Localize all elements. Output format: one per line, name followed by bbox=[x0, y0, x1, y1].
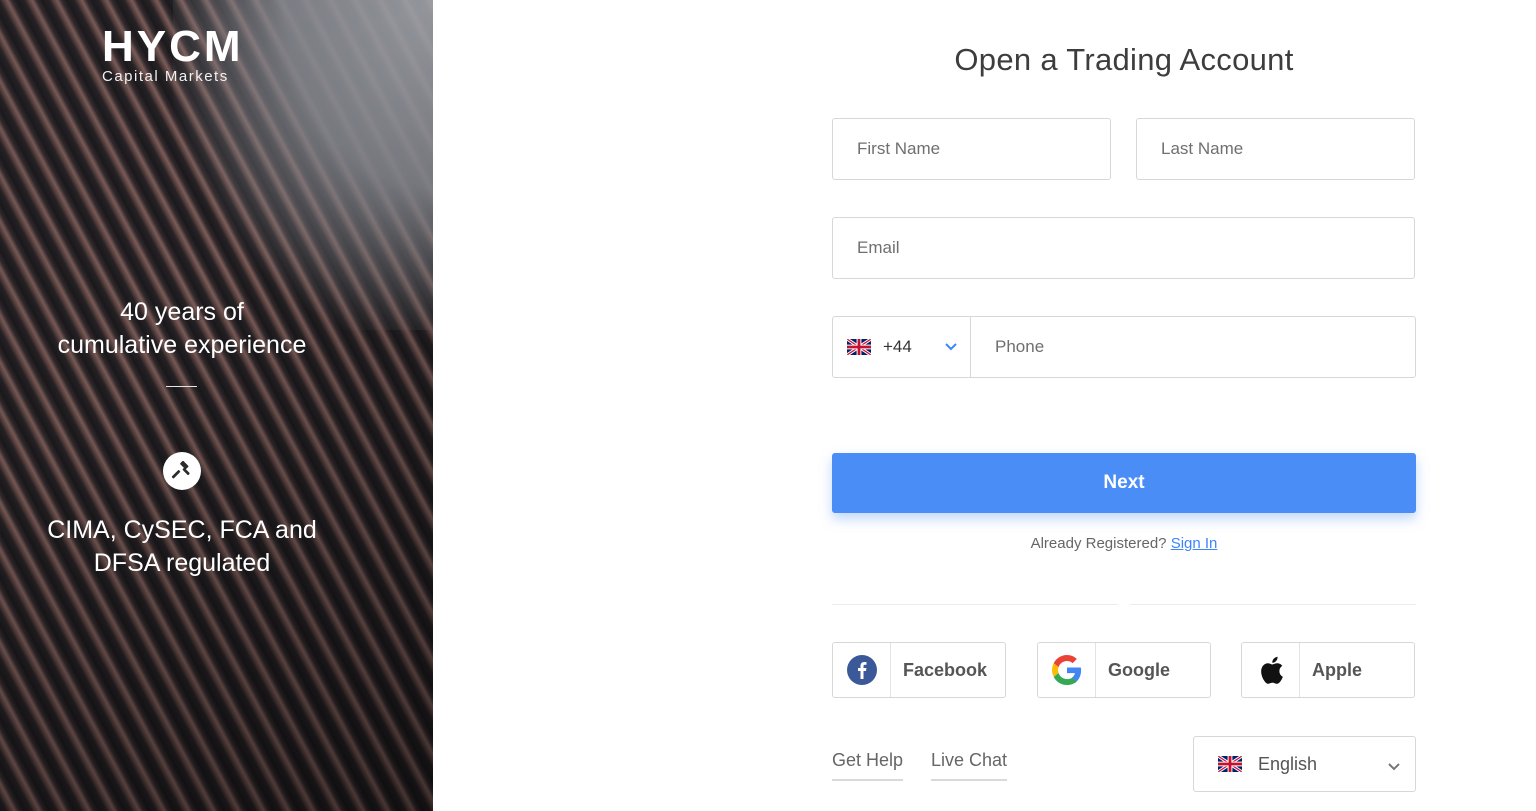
last-name-input[interactable] bbox=[1137, 119, 1414, 179]
experience-tagline: 40 years of cumulative experience bbox=[0, 296, 364, 362]
sign-in-link[interactable]: Sign In bbox=[1171, 535, 1218, 552]
facebook-label: Facebook bbox=[903, 659, 988, 680]
hero-shade bbox=[0, 0, 433, 811]
last-name-field[interactable] bbox=[1136, 118, 1415, 180]
apple-login-button[interactable]: Apple bbox=[1241, 642, 1415, 698]
language-label: English bbox=[1258, 753, 1318, 774]
google-icon bbox=[1038, 643, 1096, 697]
uk-flag-icon bbox=[1218, 756, 1242, 772]
get-help-link[interactable]: Get Help bbox=[832, 750, 904, 781]
regulated-line-2: DFSA regulated bbox=[93, 549, 271, 577]
first-name-field[interactable] bbox=[832, 118, 1111, 180]
brand-logo: HYCM Capital Markets bbox=[102, 22, 244, 86]
divider-left bbox=[832, 604, 1118, 605]
apple-label: Apple bbox=[1312, 659, 1363, 680]
facebook-login-button[interactable]: Facebook bbox=[832, 642, 1006, 698]
page-title: Open a Trading Account bbox=[954, 42, 1294, 77]
experience-line-1: 40 years of bbox=[120, 298, 244, 326]
phone-prefix-code: +44 bbox=[883, 337, 912, 356]
logo-subtitle: Capital Markets bbox=[102, 68, 229, 85]
facebook-icon bbox=[833, 643, 891, 697]
gavel-icon bbox=[163, 452, 201, 490]
phone-field[interactable] bbox=[970, 316, 1416, 378]
first-name-input[interactable] bbox=[833, 119, 1110, 179]
already-registered-text: Already Registered? bbox=[1030, 535, 1167, 552]
tagline-divider bbox=[166, 386, 197, 387]
email-input[interactable] bbox=[833, 218, 1414, 278]
google-login-button[interactable]: Google bbox=[1037, 642, 1211, 698]
logo-mark: HYCM bbox=[102, 22, 244, 71]
email-field[interactable] bbox=[832, 217, 1415, 279]
chevron-down-icon bbox=[944, 339, 958, 358]
hero-panel: HYCM Capital Markets 40 years of cumulat… bbox=[0, 0, 433, 811]
regulated-line-1: CIMA, CySEC, FCA and bbox=[47, 516, 317, 544]
uk-flag-icon bbox=[847, 339, 871, 355]
divider-right bbox=[1130, 604, 1416, 605]
language-select[interactable]: English bbox=[1193, 736, 1416, 792]
live-chat-link[interactable]: Live Chat bbox=[931, 750, 1008, 781]
regulation-text: CIMA, CySEC, FCA and DFSA regulated bbox=[0, 514, 364, 580]
phone-input[interactable] bbox=[971, 317, 1415, 377]
phone-country-select[interactable]: +44 bbox=[832, 316, 971, 378]
experience-line-2: cumulative experience bbox=[57, 331, 307, 359]
apple-icon bbox=[1242, 643, 1300, 697]
sign-in-prompt: Already Registered? Sign In bbox=[832, 535, 1416, 552]
google-label: Google bbox=[1108, 659, 1170, 680]
next-button[interactable]: Next bbox=[832, 453, 1416, 513]
chevron-down-icon bbox=[1387, 759, 1401, 778]
